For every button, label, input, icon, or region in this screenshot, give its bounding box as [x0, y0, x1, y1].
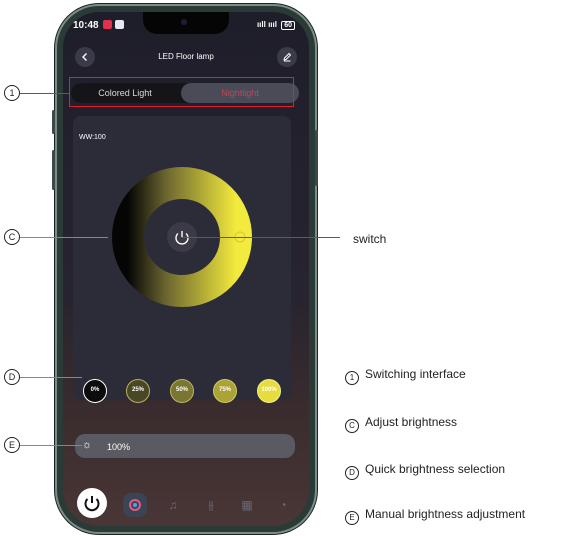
switch-label: switch — [353, 232, 387, 246]
marker-d: D — [4, 369, 20, 385]
nav-adjust[interactable]: ⫵ — [199, 493, 223, 517]
leader-line-d — [20, 377, 82, 378]
power-icon — [84, 496, 100, 512]
status-right: ııll ıııl 60 — [257, 20, 295, 30]
leader-line-e — [20, 445, 82, 446]
preset-75[interactable]: 75% — [213, 379, 237, 403]
preset-25[interactable]: 25% — [126, 379, 150, 403]
legend-text: Quick brightness selection — [365, 462, 506, 476]
brightness-value: 100% — [107, 442, 131, 452]
leader-line-switch — [182, 237, 340, 238]
legend-item: 1 Switching interface — [345, 367, 466, 385]
marker-c: C — [4, 229, 20, 245]
phone-power-button — [315, 130, 318, 186]
edit-button[interactable] — [277, 47, 297, 67]
notification-badge-icon — [103, 20, 112, 29]
nav-music[interactable]: ♫ — [161, 493, 185, 517]
status-time: 10:48 — [73, 20, 99, 31]
legend-marker: C — [345, 419, 359, 433]
sun-icon: ☼ — [82, 439, 93, 451]
nav-timer[interactable]: ◔ — [271, 493, 295, 517]
nav-color[interactable] — [123, 493, 147, 517]
preset-0[interactable]: 0% — [83, 379, 107, 403]
marker-e: E — [4, 437, 20, 453]
camera-dot — [181, 19, 187, 25]
page-title: LED Floor lamp — [158, 52, 214, 61]
battery-icon: 60 — [281, 21, 295, 30]
notification-app-icon — [115, 20, 124, 29]
nav-scene[interactable]: ▦ — [235, 493, 259, 517]
legend-item: C Adjust brightness — [345, 415, 457, 433]
phone-side-button — [52, 110, 55, 134]
signal-icon: ııll ıııl — [256, 20, 277, 29]
leader-line-c — [20, 237, 108, 238]
tabs-highlight — [69, 77, 294, 107]
preset-50[interactable]: 50% — [170, 379, 194, 403]
preset-100[interactable]: 100% — [257, 379, 281, 403]
legend-item: E Manual brightness adjustment — [345, 507, 525, 525]
camera-notch — [143, 12, 229, 34]
legend-marker: D — [345, 466, 359, 480]
leader-line-1 — [20, 93, 70, 94]
marker-1: 1 — [4, 85, 20, 101]
legend-text: Adjust brightness — [365, 415, 458, 429]
palette-icon — [129, 499, 141, 511]
phone-side-button — [52, 150, 55, 190]
ww-value-label: WW:100 — [79, 134, 106, 141]
legend-marker: 1 — [345, 371, 359, 385]
legend-text: Manual brightness adjustment — [365, 507, 526, 521]
pencil-icon — [283, 52, 292, 62]
legend-item: D Quick brightness selection — [345, 462, 505, 480]
legend-text: Switching interface — [365, 367, 466, 381]
legend-marker: E — [345, 511, 359, 525]
main-power-button[interactable] — [77, 488, 107, 518]
